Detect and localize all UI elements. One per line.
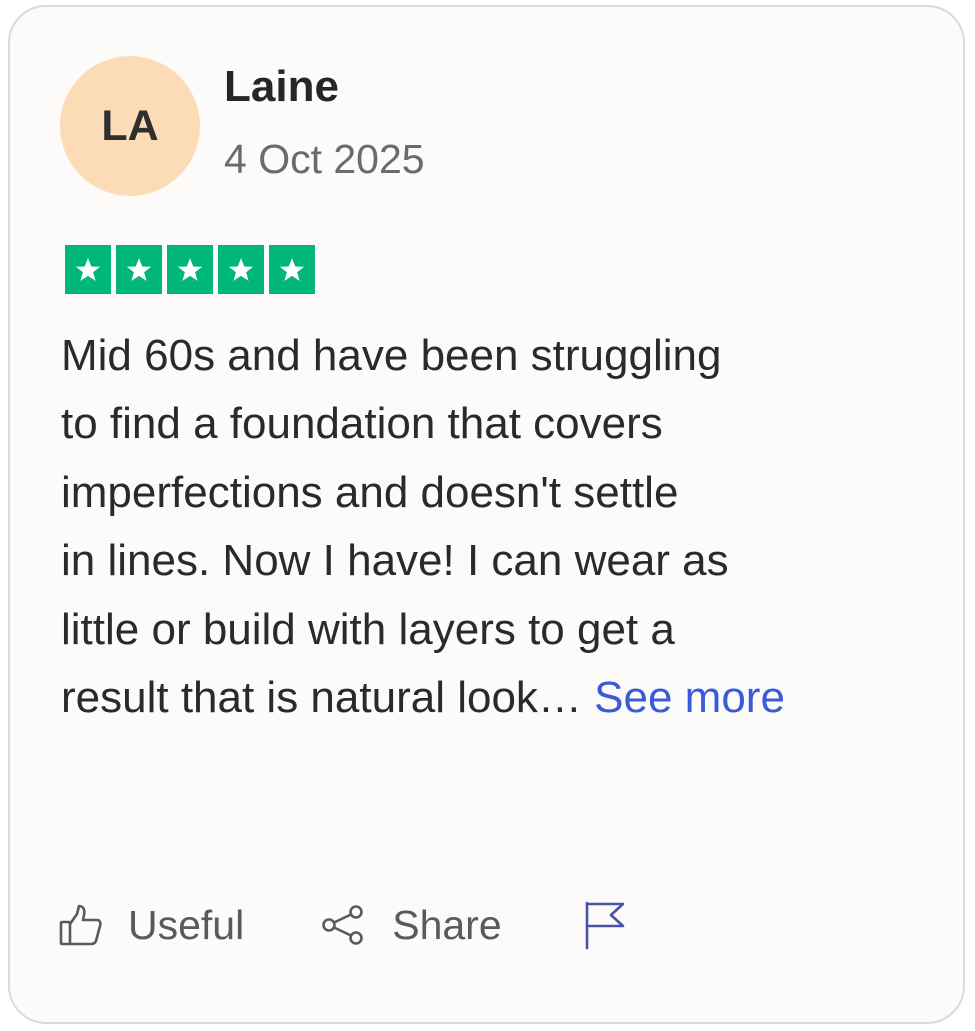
star-rating [65, 245, 315, 294]
useful-button[interactable]: Useful [58, 902, 244, 949]
avatar: LA [60, 56, 200, 196]
review-text-line: in lines. Now I have! I can wear as [61, 536, 729, 586]
review-text-line: result that is natural look… [61, 673, 582, 723]
review-card: LA Laine 4 Oct 2025 Mid 60s and have bee… [8, 5, 965, 1024]
star-icon [116, 245, 162, 294]
share-label: Share [392, 901, 502, 948]
reviewer-name[interactable]: Laine [224, 62, 339, 112]
see-more-link[interactable]: See more [594, 673, 785, 722]
review-text-line: imperfections and doesn't settle [61, 467, 679, 517]
review-text-line: Mid 60s and have been struggling [61, 331, 722, 380]
review-text-line-last: result that is natural look… See more [61, 664, 921, 732]
review-text: Mid 60s and have been struggling to find… [61, 322, 921, 732]
review-text-line: to find a foundation that covers [61, 399, 663, 449]
useful-label: Useful [128, 901, 245, 948]
star-icon [269, 245, 315, 294]
review-actions: Useful Share [58, 895, 652, 955]
report-button[interactable] [582, 899, 652, 951]
avatar-initials: LA [101, 101, 159, 150]
review-text-line: little or build with layers to get a [61, 604, 675, 654]
share-button[interactable]: Share [320, 901, 502, 949]
thumbs-up-icon [58, 902, 104, 948]
star-icon [65, 245, 111, 294]
review-date: 4 Oct 2025 [224, 136, 425, 182]
flag-icon [582, 899, 628, 951]
star-icon [218, 245, 264, 294]
share-icon [320, 901, 368, 949]
star-icon [167, 245, 213, 294]
